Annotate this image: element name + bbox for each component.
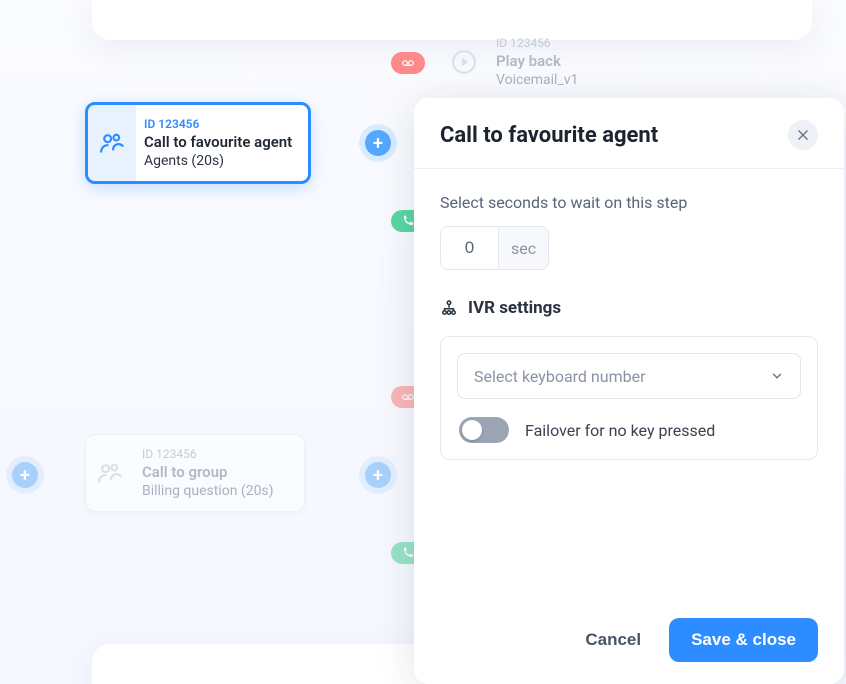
voicemail-pill-icon <box>391 52 425 74</box>
node-id: ID 123456 <box>142 447 274 461</box>
settings-panel: Call to favourite agent Select seconds t… <box>414 98 844 684</box>
ivr-icon <box>440 299 458 317</box>
chevron-down-icon <box>770 369 784 383</box>
node-subtitle: Agents (20s) <box>144 153 292 169</box>
node-title: Call to group <box>142 463 274 481</box>
node-title: Call to favourite agent <box>144 133 292 151</box>
keyboard-number-select[interactable]: Select keyboard number <box>457 353 801 399</box>
agents-icon <box>88 105 136 181</box>
node-title: Play back <box>496 52 578 70</box>
close-icon <box>796 128 810 142</box>
add-port-right[interactable]: + <box>365 130 391 156</box>
close-button[interactable] <box>788 120 818 150</box>
node-call-to-group[interactable]: ID 123456 Call to group Billing question… <box>85 434 305 512</box>
failover-toggle[interactable] <box>459 417 509 443</box>
agents-icon <box>86 435 134 511</box>
node-id: ID 123456 <box>496 36 578 50</box>
wait-seconds-input[interactable] <box>440 226 498 270</box>
add-port-left[interactable]: + <box>12 462 38 488</box>
seconds-suffix: sec <box>498 226 549 270</box>
select-placeholder: Select keyboard number <box>474 367 646 386</box>
cancel-button[interactable]: Cancel <box>585 630 641 650</box>
node-call-favourite-agent[interactable]: ID 123456 Call to favourite agent Agents… <box>85 102 311 184</box>
node-id: ID 123456 <box>144 117 292 131</box>
play-icon <box>440 24 488 100</box>
node-play-back[interactable]: ID 123456 Play back Voicemail_v1 <box>440 24 660 100</box>
add-port-right-2[interactable]: + <box>365 462 391 488</box>
save-close-button[interactable]: Save & close <box>669 618 818 662</box>
node-subtitle: Billing question (20s) <box>142 483 274 499</box>
node-subtitle: Voicemail_v1 <box>496 72 578 88</box>
failover-label: Failover for no key pressed <box>525 421 715 440</box>
panel-title: Call to favourite agent <box>440 123 658 148</box>
wait-label: Select seconds to wait on this step <box>440 193 818 212</box>
ivr-heading: IVR settings <box>468 298 561 318</box>
